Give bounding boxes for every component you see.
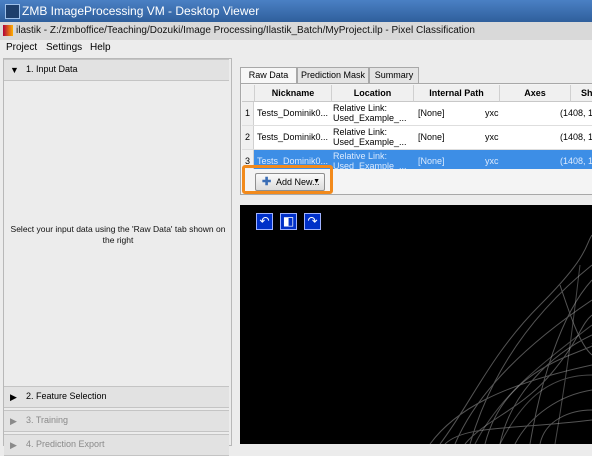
- rotate-right-icon[interactable]: ↷: [304, 213, 321, 230]
- highlight-box: [242, 165, 333, 194]
- applet-training[interactable]: ▶ 3. Training: [4, 410, 229, 432]
- cell-shape: (1408, 14: [560, 156, 592, 166]
- chevron-right-icon: ▶: [10, 440, 17, 450]
- location-line-1: Relative Link:: [333, 151, 388, 161]
- menu-bar: Project Settings Help: [0, 40, 592, 56]
- cell-axes: yxc: [485, 156, 499, 166]
- swap-axes-icon[interactable]: ◧: [280, 213, 297, 230]
- location-line-2: Used_Example_...: [333, 113, 407, 123]
- applet-label: 3. Training: [26, 415, 69, 425]
- menu-project[interactable]: Project: [6, 42, 37, 53]
- applet-drawer: ▼ 1. Input Data Select your input data u…: [3, 58, 232, 456]
- vm-window-title: ZMB ImageProcessing VM - Desktop Viewer: [22, 4, 260, 18]
- applet-label: 4. Prediction Export: [26, 439, 105, 449]
- row-number: 2: [242, 126, 254, 149]
- applet-label: 1. Input Data: [26, 64, 78, 74]
- applet-input-data[interactable]: ▼ 1. Input Data: [4, 59, 229, 81]
- menu-settings[interactable]: Settings: [46, 42, 82, 53]
- rotate-left-icon[interactable]: ↶: [256, 213, 273, 230]
- applet-label: 2. Feature Selection: [26, 391, 107, 401]
- cell-nickname: Tests_Dominik0...: [257, 132, 329, 142]
- input-data-hint: Select your input data using the 'Raw Da…: [10, 224, 226, 245]
- tab-summary[interactable]: Summary: [369, 67, 419, 83]
- chevron-down-icon: ▼: [10, 65, 19, 75]
- vm-title-bar: ZMB ImageProcessing VM - Desktop Viewer: [0, 0, 592, 22]
- location-line-2: Used_Example_...: [333, 137, 407, 147]
- app-window-title: ilastik - Z:/zmboffice/Teaching/Dozuki/I…: [16, 25, 475, 36]
- tab-raw-data[interactable]: Raw Data: [240, 67, 297, 84]
- tab-prediction-mask[interactable]: Prediction Mask: [297, 67, 369, 83]
- table-row[interactable]: 2 Tests_Dominik0... Relative Link: Used_…: [242, 126, 592, 150]
- cell-shape: (1408, 14: [560, 132, 592, 142]
- cell-axes: yxc: [485, 132, 499, 142]
- column-header-axes[interactable]: Axes: [500, 85, 571, 102]
- ilastik-logo-icon: [3, 25, 13, 36]
- dataset-table: Nickname Location Internal Path Axes Sha…: [242, 85, 592, 169]
- app-title-bar: ilastik - Z:/zmboffice/Teaching/Dozuki/I…: [0, 22, 592, 41]
- chevron-right-icon: ▶: [10, 392, 17, 402]
- cell-nickname: Tests_Dominik0...: [257, 108, 329, 118]
- cell-location: Relative Link: Used_Example_...: [333, 150, 413, 169]
- cell-axes: yxc: [485, 108, 499, 118]
- vm-app-icon: [5, 4, 20, 19]
- microscopy-image: [429, 234, 592, 444]
- applet-feature-selection[interactable]: ▶ 2. Feature Selection: [4, 386, 229, 408]
- table-row[interactable]: 1 Tests_Dominik0... Relative Link: Used_…: [242, 102, 592, 126]
- row-number: 1: [242, 102, 254, 125]
- column-header-internal-path[interactable]: Internal Path: [414, 85, 500, 102]
- applet-prediction-export[interactable]: ▶ 4. Prediction Export: [4, 434, 229, 456]
- location-line-1: Relative Link:: [333, 103, 388, 113]
- column-header-shape[interactable]: Sha: [571, 85, 592, 102]
- cell-location: Relative Link: Used_Example_...: [333, 126, 413, 150]
- location-line-1: Relative Link:: [333, 127, 388, 137]
- column-header-nickname[interactable]: Nickname: [255, 85, 332, 102]
- chevron-right-icon: ▶: [10, 416, 17, 426]
- cell-location: Relative Link: Used_Example_...: [333, 102, 413, 126]
- menu-help[interactable]: Help: [90, 42, 111, 53]
- location-line-2: Used_Example_...: [333, 161, 407, 169]
- image-viewer[interactable]: ↶ ◧ ↷: [240, 205, 592, 444]
- column-header-location[interactable]: Location: [332, 85, 414, 102]
- row-number-header: [242, 85, 255, 102]
- cell-shape: (1408, 14: [560, 108, 592, 118]
